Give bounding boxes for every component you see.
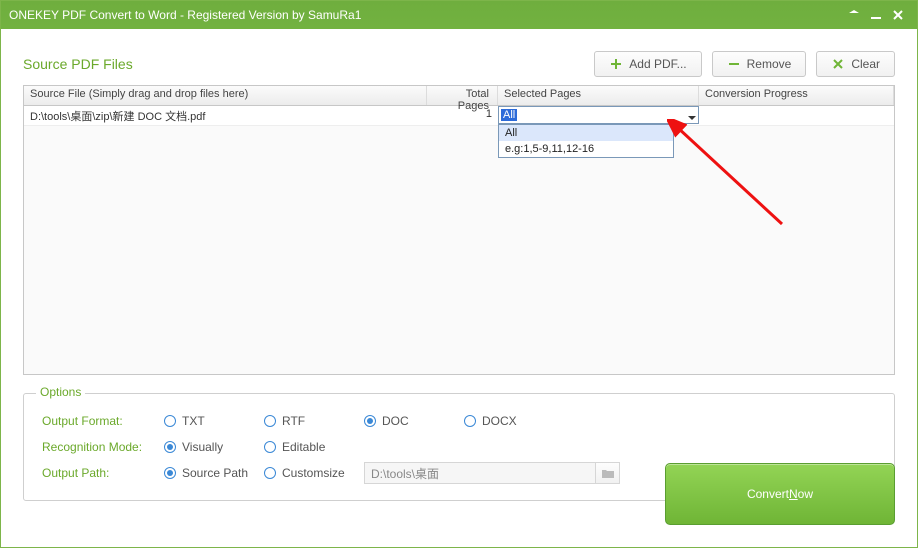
output-path-label: Output Path:	[42, 466, 164, 480]
source-pdf-label: Source PDF Files	[23, 56, 584, 72]
selected-pages-value: All	[501, 109, 517, 121]
convert-label-pre: Convert	[747, 487, 789, 501]
window-title: ONEKEY PDF Convert to Word - Registered …	[9, 8, 843, 22]
folder-icon	[602, 468, 614, 478]
dropdown-item-all[interactable]: All	[499, 125, 673, 141]
minimize-button[interactable]	[865, 6, 887, 24]
col-total[interactable]: Total Pages	[427, 86, 498, 105]
x-icon	[831, 57, 845, 71]
radio-source-path[interactable]: Source Path	[164, 466, 264, 480]
radio-custom-path[interactable]: Customsize	[264, 466, 364, 480]
col-progress[interactable]: Conversion Progress	[699, 86, 894, 105]
titlebar: ONEKEY PDF Convert to Word - Registered …	[1, 1, 917, 29]
radio-editable[interactable]: Editable	[264, 440, 364, 454]
radio-docx[interactable]: DOCX	[464, 414, 564, 428]
remove-label: Remove	[747, 57, 792, 71]
pin-icon	[849, 10, 859, 20]
output-format-row: Output Format: TXT RTF DOC DOCX	[42, 408, 876, 434]
add-pdf-label: Add PDF...	[629, 57, 686, 71]
table-header: Source File (Simply drag and drop files …	[24, 86, 894, 106]
col-source[interactable]: Source File (Simply drag and drop files …	[24, 86, 427, 105]
add-pdf-button[interactable]: Add PDF...	[594, 51, 701, 77]
browse-button[interactable]	[596, 462, 620, 484]
radio-doc[interactable]: DOC	[364, 414, 464, 428]
app-window: ONEKEY PDF Convert to Word - Registered …	[0, 0, 918, 548]
selected-pages-dropdown: All e.g:1,5-9,11,12-16	[498, 124, 674, 158]
radio-rtf[interactable]: RTF	[264, 414, 364, 428]
options-legend: Options	[36, 385, 85, 399]
custom-path-input[interactable]: D:\tools\桌面	[364, 462, 596, 484]
close-icon	[893, 10, 903, 20]
output-format-label: Output Format:	[42, 414, 164, 428]
minimize-icon	[871, 10, 881, 20]
minus-icon	[727, 57, 741, 71]
source-header-row: Source PDF Files Add PDF... Remove Clear	[23, 51, 895, 77]
pin-button[interactable]	[843, 6, 865, 24]
radio-txt[interactable]: TXT	[164, 414, 264, 428]
convert-label-post: ow	[798, 487, 813, 501]
col-selected[interactable]: Selected Pages	[498, 86, 699, 105]
clear-label: Clear	[851, 57, 880, 71]
chevron-down-icon[interactable]	[688, 111, 696, 119]
dropdown-item-example[interactable]: e.g:1,5-9,11,12-16	[499, 141, 673, 157]
content-area: Source PDF Files Add PDF... Remove Clear	[1, 29, 917, 511]
close-button[interactable]	[887, 6, 909, 24]
recognition-row: Recognition Mode: Visually Editable	[42, 434, 876, 460]
cell-total: 1	[427, 106, 498, 125]
cell-source: D:\tools\桌面\zip\新建 DOC 文档.pdf	[24, 106, 427, 125]
clear-button[interactable]: Clear	[816, 51, 895, 77]
radio-visually[interactable]: Visually	[164, 440, 264, 454]
annotation-arrow	[667, 119, 787, 229]
convert-now-button[interactable]: Convert Now	[665, 463, 895, 525]
plus-icon	[609, 57, 623, 71]
recognition-label: Recognition Mode:	[42, 440, 164, 454]
remove-button[interactable]: Remove	[712, 51, 807, 77]
convert-label-key: N	[789, 487, 798, 501]
